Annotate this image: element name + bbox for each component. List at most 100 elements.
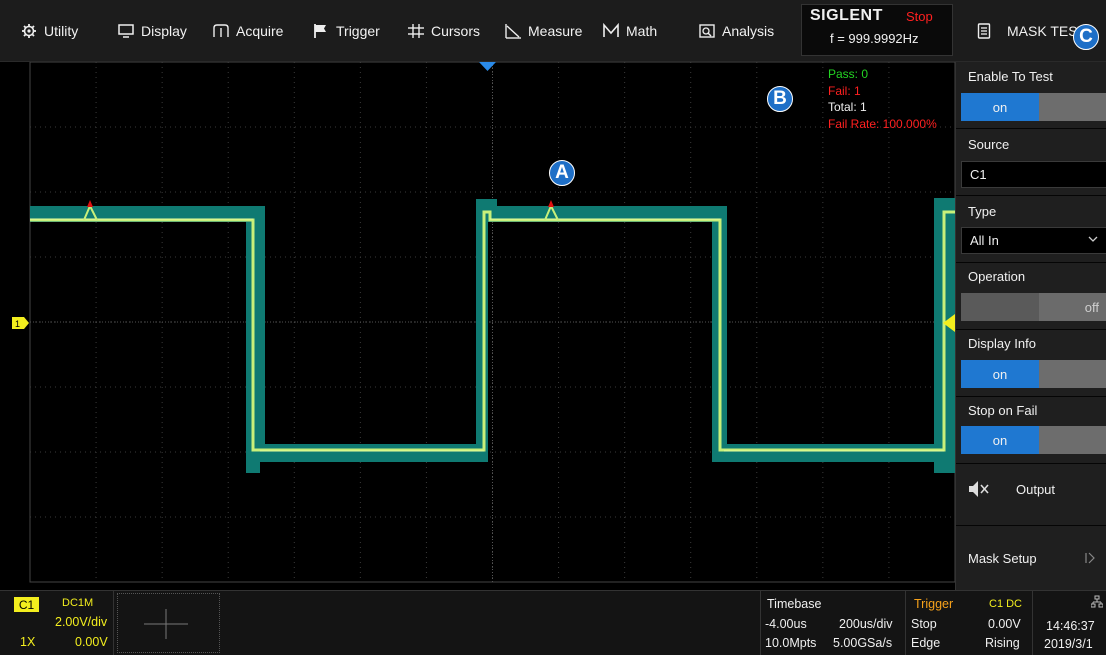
waveform-display[interactable]: 1 A B: [0, 62, 955, 590]
status-box: SIGLENT Stop f = 999.9992Hz: [801, 4, 953, 56]
toggle-on-slot: [961, 293, 1039, 321]
memory-depth: 10.0Mpts: [765, 636, 817, 650]
fail-count: Fail: 1: [828, 83, 861, 98]
menu-trigger[interactable]: Trigger: [312, 0, 380, 62]
document-icon: [977, 23, 991, 39]
menu-trigger-label: Trigger: [336, 23, 380, 39]
total-count: Total: 1: [828, 100, 867, 114]
pass-count: Pass: 0: [828, 67, 869, 81]
menu-math-label: Math: [626, 23, 658, 39]
gear-icon: [20, 23, 38, 39]
clock-time: 14:46:37: [1046, 619, 1095, 633]
add-channel-button[interactable]: [117, 593, 220, 653]
stop-on-fail-label: Stop on Fail: [968, 403, 1038, 418]
timebase-scale: 200us/div: [839, 617, 893, 631]
cursors-icon: [407, 23, 425, 39]
stop-on-fail-toggle[interactable]: on: [961, 426, 1106, 454]
timebase-delay: -4.00us: [765, 617, 807, 631]
channel-probe: 1X: [20, 635, 36, 649]
operation-toggle[interactable]: off: [961, 293, 1106, 321]
menu-acquire-label: Acquire: [236, 23, 284, 39]
menu-display[interactable]: Display: [117, 0, 187, 62]
toggle-on-state: on: [961, 93, 1039, 121]
acquire-icon: [212, 23, 230, 39]
source-value: C1: [970, 167, 987, 182]
monitor-icon: [117, 23, 135, 39]
trigger-info[interactable]: Trigger C1 DC Stop 0.00V Edge Rising: [905, 591, 1031, 655]
trigger-slope: Rising: [985, 636, 1020, 650]
siglent-logo: SIGLENT: [810, 7, 883, 24]
fail-rate: Fail Rate: 100.000%: [828, 116, 937, 131]
top-menu-bar: Utility Display Acquire Trigger Cursors …: [0, 0, 1106, 62]
trigger-position-marker[interactable]: [479, 62, 496, 71]
source-section: Source C1: [956, 129, 1106, 196]
menu-measure[interactable]: Measure: [504, 0, 582, 62]
menu-analysis[interactable]: Analysis: [698, 0, 774, 62]
output-label: Output: [1016, 482, 1056, 497]
graticule: [29, 62, 955, 583]
menu-analysis-label: Analysis: [722, 23, 775, 39]
type-label: Type: [968, 204, 997, 219]
menu-math[interactable]: Math: [602, 0, 657, 62]
toggle-off-slot: [1039, 426, 1106, 454]
stop-on-fail-section: Stop on Fail on: [956, 397, 1106, 464]
svg-text:1: 1: [15, 319, 20, 329]
analysis-icon: [698, 23, 716, 39]
clock-area: 14:46:37 2019/3/1: [1032, 591, 1106, 655]
operation-section: Operation off: [956, 263, 1106, 330]
output-button[interactable]: Output: [956, 464, 1106, 526]
toggle-off-state: off: [1039, 293, 1106, 321]
menu-display-label: Display: [141, 23, 187, 39]
menu-utility-label: Utility: [44, 23, 79, 39]
callout-badge-b: B: [767, 86, 793, 112]
menu-utility[interactable]: Utility: [20, 0, 78, 62]
channel-offset-marker[interactable]: 1: [12, 317, 29, 329]
trigger-level: 0.00V: [988, 617, 1021, 631]
menu-acquire[interactable]: Acquire: [212, 0, 283, 62]
callout-badge-a: A: [549, 160, 575, 186]
operation-label: Operation: [968, 269, 1026, 284]
channel-offset: 0.00V: [75, 635, 108, 649]
flag-icon: [312, 23, 330, 39]
trigger-state: Stop: [911, 617, 937, 631]
toggle-on-state: on: [961, 426, 1039, 454]
type-select[interactable]: All In: [961, 227, 1106, 254]
type-section: Type All In: [956, 196, 1106, 263]
sample-rate: 5.00GSa/s: [833, 636, 893, 650]
mask-setup-button[interactable]: Mask Setup: [956, 526, 1106, 590]
callout-badge-c: C: [1073, 24, 1099, 50]
status-bar: C1 DC1M 2.00V/div 1X 0.00V Timebase -4.0…: [0, 590, 1106, 655]
display-info-label: Display Info: [968, 336, 1036, 351]
speaker-muted-icon: [969, 481, 989, 497]
timebase-label: Timebase: [767, 597, 822, 611]
mask-test-stats: Pass: 0 Fail: 1 Total: 1 Fail Rate: 100.…: [828, 66, 937, 132]
clock-date: 2019/3/1: [1044, 637, 1093, 651]
toggle-off-slot: [1039, 360, 1106, 388]
math-icon: [602, 22, 620, 39]
timebase-info[interactable]: Timebase -4.00us 200us/div 10.0Mpts 5.00…: [760, 591, 904, 655]
source-select[interactable]: C1: [961, 161, 1106, 188]
channel-1-info[interactable]: C1 DC1M 2.00V/div 1X 0.00V: [2, 591, 114, 655]
enable-to-test-toggle[interactable]: on: [961, 93, 1106, 121]
channel-scale: 2.00V/div: [55, 615, 108, 629]
toggle-on-state: on: [961, 360, 1039, 388]
menu-cursors[interactable]: Cursors: [407, 0, 480, 62]
type-value: All In: [970, 233, 999, 248]
display-info-section: Display Info on: [956, 330, 1106, 397]
menu-measure-label: Measure: [528, 23, 583, 39]
chevron-down-icon: [1088, 236, 1098, 242]
mask-setup-label: Mask Setup: [968, 551, 1037, 566]
source-label: Source: [968, 137, 1010, 152]
frequency-readout: f = 999.9992Hz: [830, 31, 919, 46]
toggle-off-slot: [1039, 93, 1106, 121]
measure-icon: [504, 23, 522, 39]
display-info-toggle[interactable]: on: [961, 360, 1106, 388]
run-state-badge[interactable]: Stop: [906, 9, 933, 24]
enable-to-test-label: Enable To Test: [968, 69, 1053, 84]
trigger-label: Trigger: [914, 597, 954, 611]
enable-to-test-section: Enable To Test on: [956, 62, 1106, 129]
menu-cursors-label: Cursors: [431, 23, 481, 39]
mask-test-panel: Enable To Test on Source C1 Type All In …: [955, 62, 1106, 590]
waveform-canvas: 1: [12, 62, 955, 583]
channel-1-badge: C1: [14, 597, 39, 612]
